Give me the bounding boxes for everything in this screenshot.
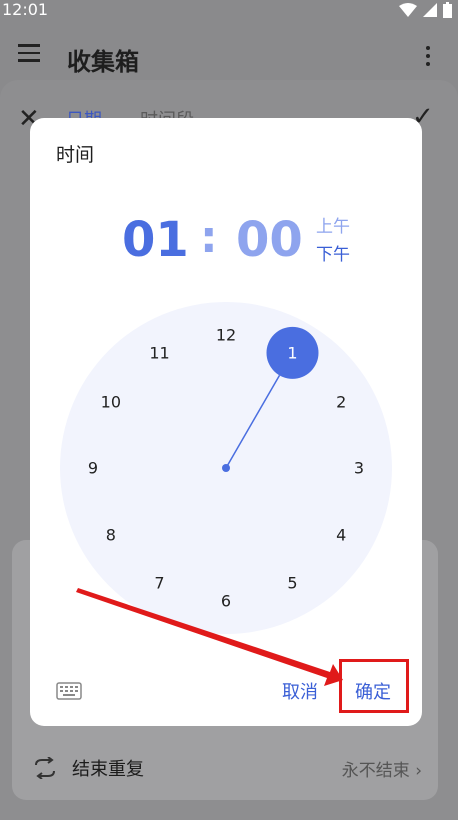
annotation-arrow — [76, 588, 343, 686]
